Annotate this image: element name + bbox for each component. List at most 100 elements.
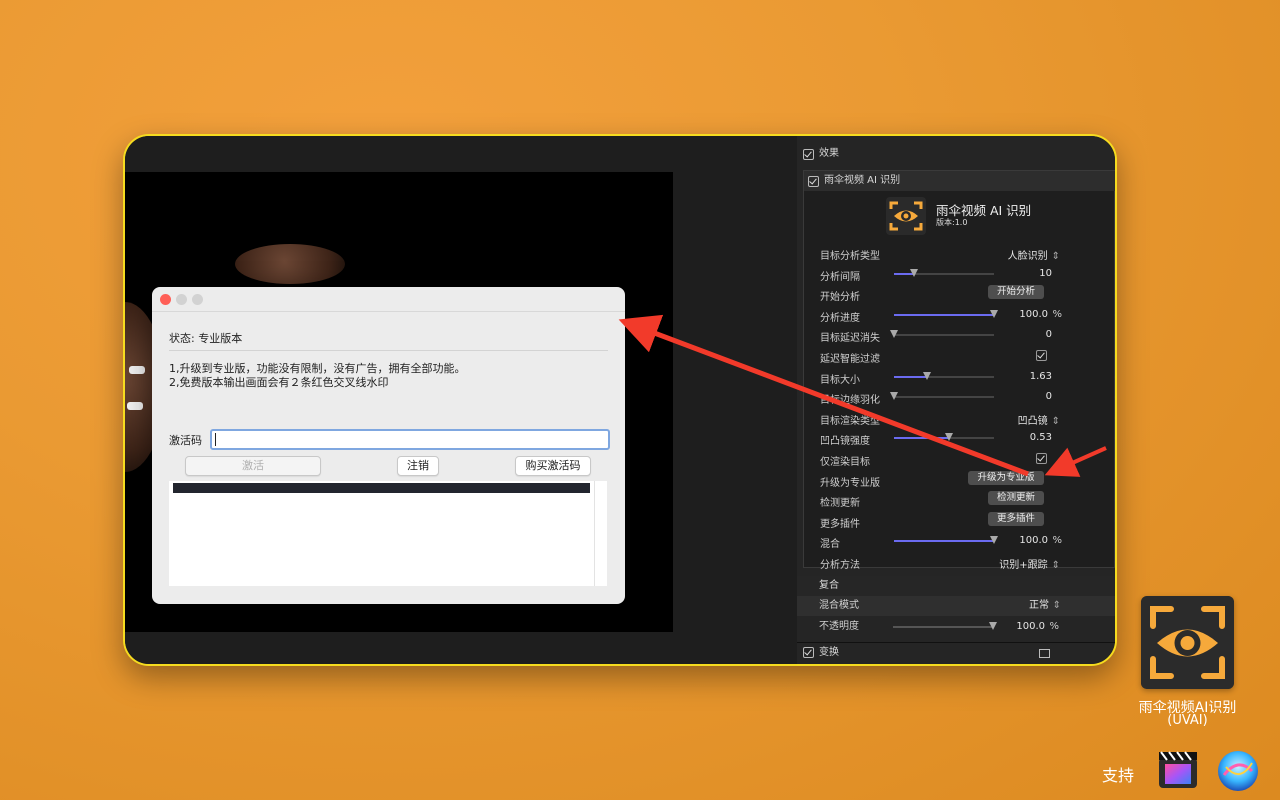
param-slider[interactable] <box>890 392 994 401</box>
param-label: 延迟智能过滤 <box>820 354 880 365</box>
param-row: 混合 100.0% <box>820 531 1115 551</box>
keyframe-icon[interactable] <box>1114 267 1115 280</box>
effects-section[interactable]: 效果 <box>803 144 1115 164</box>
activate-button[interactable]: 激活 <box>185 456 321 476</box>
slider-knob[interactable] <box>945 433 953 442</box>
param-checkbox[interactable] <box>1036 350 1047 361</box>
slider-knob[interactable] <box>990 536 998 545</box>
param-unit: % <box>1052 535 1062 547</box>
motion-app-icon <box>1218 751 1258 791</box>
param-value[interactable]: 1.63 <box>1030 371 1052 382</box>
param-row: 目标渲染类型 凹凸镜 ⇕ <box>820 408 1115 428</box>
keyframe-icon[interactable] <box>1114 556 1115 568</box>
slider-knob[interactable] <box>890 330 898 339</box>
app-code: (UVAI) <box>1167 713 1208 728</box>
param-label: 升级为专业版 <box>820 477 880 489</box>
keyframe-icon[interactable] <box>1114 391 1115 403</box>
param-select[interactable]: 识别+跟踪 ⇕ <box>999 556 1060 571</box>
param-label: 凹凸镜强度 <box>820 436 870 448</box>
param-button[interactable]: 更多插件 <box>988 511 1044 526</box>
param-label: 更多插件 <box>820 518 860 530</box>
keyframe-icon[interactable] <box>1114 535 1115 548</box>
param-label: 目标边缘羽化 <box>820 395 880 407</box>
param-value[interactable]: 10 <box>1039 268 1052 279</box>
param-value[interactable]: 0 <box>1046 391 1052 402</box>
keyframe-icon[interactable] <box>1114 432 1115 445</box>
log-scrollbar[interactable] <box>594 481 607 586</box>
keyframe-icon[interactable] <box>1114 515 1115 527</box>
opacity-value[interactable]: 100.0 <box>1016 617 1045 637</box>
plugin-eye-logo-icon <box>886 197 926 235</box>
zoom-button[interactable] <box>192 294 203 305</box>
param-slider[interactable] <box>894 371 994 380</box>
keyframe-icon[interactable] <box>1114 370 1115 383</box>
param-button[interactable]: 检测更新 <box>988 491 1044 506</box>
keyframe-icon[interactable] <box>1114 412 1115 424</box>
keyframe-icon[interactable] <box>1114 288 1115 300</box>
param-slider[interactable] <box>894 536 998 545</box>
updown-icon[interactable]: ⇕ <box>1053 596 1061 616</box>
keyframe-icon[interactable] <box>1114 329 1115 342</box>
face-image <box>235 244 345 284</box>
opacity-slider[interactable] <box>893 622 997 630</box>
log-highlight-bar <box>173 483 590 493</box>
license-status: 状态: 专业版本 <box>169 332 243 345</box>
param-value[interactable]: 100.0 <box>1019 535 1048 546</box>
param-label: 目标延迟消失 <box>820 333 880 345</box>
logout-button[interactable]: 注销 <box>397 456 439 476</box>
param-label: 目标渲染类型 <box>820 415 880 427</box>
minimize-button[interactable] <box>176 294 187 305</box>
slider-knob[interactable] <box>923 371 931 380</box>
blend-mode-row[interactable]: 混合模式 正常 ⇕ <box>797 596 1115 616</box>
plugin-section-header[interactable]: 雨伞视频 AI 识别 <box>804 171 1115 191</box>
blend-mode-label: 混合模式 <box>819 600 859 611</box>
slider-fill <box>893 626 993 628</box>
opacity-label: 不透明度 <box>819 621 859 632</box>
keyframe-icon[interactable] <box>1114 453 1115 465</box>
param-slider[interactable] <box>894 268 994 277</box>
keyframe-icon[interactable] <box>1114 473 1115 486</box>
param-unit: % <box>1052 308 1062 320</box>
param-label: 分析间隔 <box>820 271 860 283</box>
opacity-slider-knob[interactable] <box>989 622 997 630</box>
param-checkbox[interactable] <box>1036 453 1047 464</box>
param-button[interactable]: 开始分析 <box>988 285 1044 300</box>
keyframe-icon[interactable] <box>1114 350 1115 362</box>
blend-mode-value[interactable]: 正常 <box>1029 596 1049 616</box>
activation-dialog: 状态: 专业版本 1,升级到专业版，功能没有限制，没有广告，拥有全部功能。 2,… <box>152 287 625 604</box>
param-select[interactable]: 凹凸镜 ⇕ <box>1018 412 1060 427</box>
slider-knob[interactable] <box>990 309 998 318</box>
support-label: 支持 <box>1102 766 1135 785</box>
slider-knob[interactable] <box>890 392 898 401</box>
param-select-value: 凹凸镜 <box>1017 415 1048 427</box>
param-value[interactable]: 0 <box>1046 329 1052 340</box>
keyframe-icon[interactable] <box>1114 309 1115 321</box>
keyframe-icon[interactable] <box>1114 494 1115 506</box>
effects-checkbox[interactable] <box>803 148 814 160</box>
param-row: 仅渲染目标 <box>820 449 1115 469</box>
buy-code-button[interactable]: 购买激活码 <box>515 456 591 476</box>
plugin-version: 版本:1.0 <box>936 218 968 227</box>
param-slider[interactable] <box>894 433 994 442</box>
effects-label: 效果 <box>819 148 839 159</box>
keyframe-icon[interactable] <box>1114 247 1115 259</box>
slider-fill <box>894 313 994 316</box>
transform-overlay-icon[interactable] <box>1039 649 1050 658</box>
text-caret <box>215 433 216 446</box>
param-row: 分析间隔 10 <box>820 264 1115 284</box>
updown-icon: ⇕ <box>1051 560 1060 571</box>
activation-code-input[interactable] <box>210 429 610 450</box>
activation-code-label: 激活码 <box>169 434 202 447</box>
transform-section[interactable]: 变换 <box>797 642 1115 663</box>
transform-checkbox[interactable] <box>803 646 814 658</box>
param-value[interactable]: 0.53 <box>1030 432 1052 443</box>
param-value[interactable]: 100.0 <box>1019 309 1048 320</box>
param-slider[interactable] <box>894 309 998 318</box>
plugin-enable-checkbox[interactable] <box>808 175 819 187</box>
param-slider[interactable] <box>890 330 994 339</box>
close-button[interactable] <box>160 294 171 305</box>
param-button[interactable]: 升级为专业版 <box>968 470 1044 485</box>
slider-knob[interactable] <box>910 268 918 277</box>
param-select[interactable]: 人脸识别 ⇕ <box>1008 247 1060 262</box>
inspector-panel: 效果 雨伞视频 AI 识别 雨伞视频 AI 识别 版本:1.0 目标分析类型 人脸… <box>797 136 1115 664</box>
